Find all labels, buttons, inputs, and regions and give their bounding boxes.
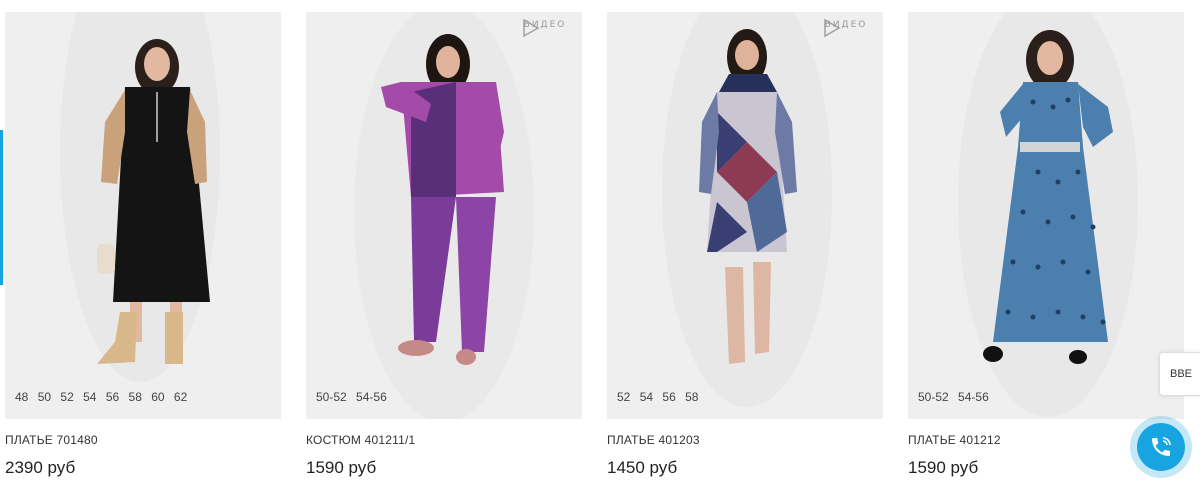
size-option[interactable]: 50-52: [316, 390, 347, 404]
size-option[interactable]: 58: [685, 390, 698, 404]
product-card-2[interactable]: ВИДЕО 50-52 54-56 КОСТЮМ 401211/1 1590 р…: [306, 12, 582, 482]
size-option[interactable]: 58: [129, 390, 142, 404]
video-badge[interactable]: ВИДЕО: [821, 18, 871, 62]
product-card-1[interactable]: 48 50 52 54 56 58 60 62 ПЛАТЬЕ 701480 23…: [5, 12, 281, 482]
phone-icon: [1152, 437, 1171, 456]
product-grid: 48 50 52 54 56 58 60 62 ПЛАТЬЕ 701480 23…: [0, 0, 1200, 495]
model-plaid-dress-image: [662, 12, 832, 407]
product-card-4[interactable]: 50-52 54-56 ПЛАТЬЕ 401212 1590 руб: [908, 12, 1184, 482]
size-list: 48 50 52 54 56 58 60 62: [15, 390, 193, 404]
side-tab-button[interactable]: ВВЕ: [1159, 352, 1200, 396]
size-option[interactable]: 56: [662, 390, 675, 404]
size-option[interactable]: 54: [83, 390, 96, 404]
call-button-inner[interactable]: [1137, 423, 1185, 471]
play-icon: [523, 18, 540, 38]
size-list: 52 54 56 58: [617, 390, 704, 404]
product-card-3[interactable]: ВИДЕО 52 54 56 58 ПЛАТЬЕ 401203 1450 руб: [607, 12, 883, 482]
size-option[interactable]: 60: [151, 390, 164, 404]
call-button[interactable]: [1130, 416, 1192, 478]
model-purple-suit-image: [354, 12, 534, 419]
size-list: 50-52 54-56: [316, 390, 393, 404]
size-option[interactable]: 50-52: [918, 390, 949, 404]
product-photo-1[interactable]: [5, 12, 281, 419]
size-option[interactable]: 50: [38, 390, 51, 404]
size-option[interactable]: 48: [15, 390, 28, 404]
product-name[interactable]: ПЛАТЬЕ 701480: [5, 433, 98, 447]
size-option[interactable]: 52: [60, 390, 73, 404]
product-price: 2390 руб: [5, 458, 76, 477]
product-name[interactable]: КОСТЮМ 401211/1: [306, 433, 415, 447]
product-photo-4[interactable]: [908, 12, 1184, 419]
product-name[interactable]: ПЛАТЬЕ 401212: [908, 433, 1001, 447]
size-option[interactable]: 54-56: [958, 390, 989, 404]
product-price: 1590 руб: [908, 458, 979, 477]
model-black-dress-image: [60, 12, 220, 382]
product-photo-3[interactable]: ВИДЕО: [607, 12, 883, 419]
size-list: 50-52 54-56: [918, 390, 995, 404]
product-price: 1590 руб: [306, 458, 377, 477]
product-photo-2[interactable]: ВИДЕО: [306, 12, 582, 419]
size-option[interactable]: 54-56: [356, 390, 387, 404]
play-icon: [824, 18, 841, 38]
size-option[interactable]: 62: [174, 390, 187, 404]
size-option[interactable]: 56: [106, 390, 119, 404]
size-option[interactable]: 52: [617, 390, 630, 404]
product-name[interactable]: ПЛАТЬЕ 401203: [607, 433, 700, 447]
product-price: 1450 руб: [607, 458, 678, 477]
video-badge[interactable]: ВИДЕО: [520, 18, 570, 62]
model-blue-polka-dress-image: [958, 12, 1138, 417]
size-option[interactable]: 54: [640, 390, 653, 404]
